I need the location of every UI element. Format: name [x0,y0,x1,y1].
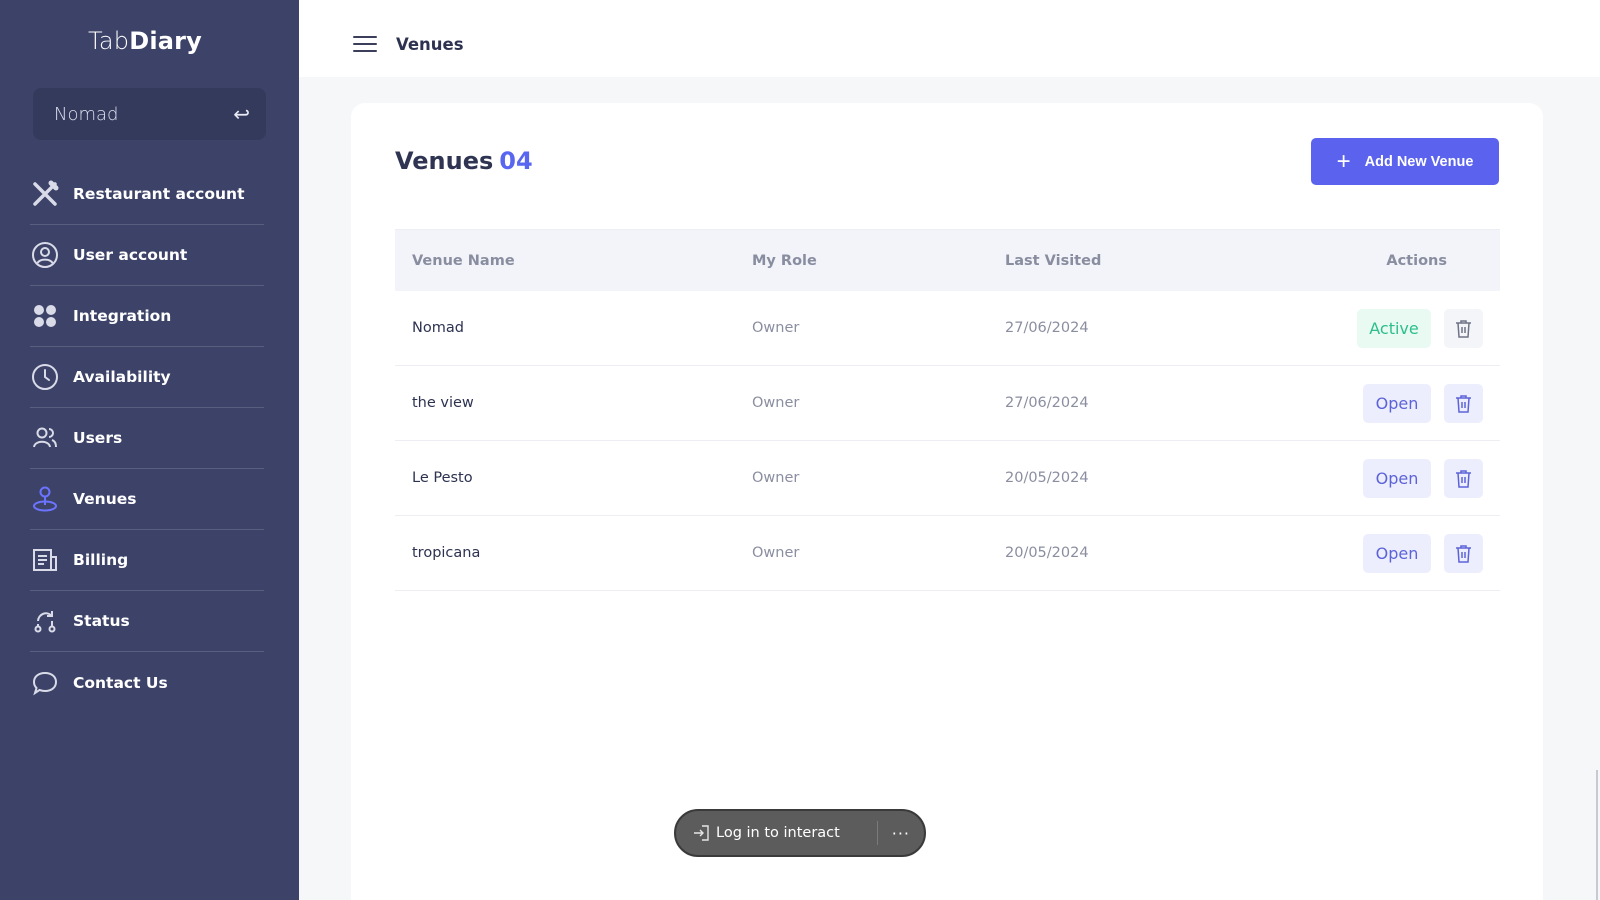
sidebar-item-label: Availability [73,368,171,386]
user-circle-icon [30,240,60,270]
venue-role: Owner [752,470,800,486]
trash-icon [1456,544,1471,563]
billing-icon [30,545,60,575]
sidebar-item-label: Venues [73,490,137,508]
row-actions: Open [1330,533,1500,573]
login-overlay-pill[interactable]: Log in to interact ··· [674,809,926,857]
sidebar-item-label: Billing [73,551,129,569]
sidebar-item-label: User account [73,246,188,264]
utensils-icon [30,179,60,209]
sidebar-item-contact-us[interactable]: Contact Us [30,652,264,713]
venue-last-visited: 27/06/2024 [1005,395,1089,411]
grid-dots-icon [30,301,60,331]
sidebar-item-label: Integration [73,307,172,325]
add-new-venue-label: Add New Venue [1364,153,1474,170]
users-icon [30,423,60,453]
table-row: Nomad Owner 27/06/2024 Active [395,291,1500,366]
venue-name: the view [412,395,474,411]
login-to-interact-label[interactable]: Log in to interact [716,825,840,841]
venue-name: tropicana [412,545,481,561]
venues-table: Venue Name My Role Last Visited Actions … [395,229,1500,591]
venue-name: Le Pesto [412,470,473,486]
table-row: the view Owner 27/06/2024 Open [395,366,1500,441]
sidebar-item-status[interactable]: Status [30,591,264,652]
sidebar-item-users[interactable]: Users [30,408,264,469]
sidebar-item-integration[interactable]: Integration [30,286,264,347]
hamburger-menu-icon[interactable] [353,36,377,54]
login-icon [694,825,709,841]
sidebar-item-billing[interactable]: Billing [30,530,264,591]
sidebar-nav: Restaurant account User account Integrat… [30,164,264,713]
open-button[interactable]: Open [1363,533,1431,573]
venue-selector[interactable]: Nomad ↩ [33,88,266,140]
active-badge: Active [1357,308,1431,348]
table-row: tropicana Owner 20/05/2024 Open [395,516,1500,591]
add-new-venue-button[interactable]: + Add New Venue [1311,138,1499,185]
column-header-my-role[interactable]: My Role [752,253,1005,269]
more-options-icon[interactable]: ··· [892,824,910,843]
trash-icon [1456,319,1471,338]
sidebar: TabDiary Nomad ↩ Restaurant account User… [0,0,299,900]
open-button[interactable]: Open [1363,458,1431,498]
sidebar-item-venues[interactable]: Venues [30,469,264,530]
row-actions: Active [1330,308,1500,348]
clock-icon [30,362,60,392]
sidebar-item-restaurant-account[interactable]: Restaurant account [30,164,264,225]
row-actions: Open [1330,383,1500,423]
scrollbar[interactable] [1596,770,1598,900]
column-header-actions: Actions [1386,252,1447,269]
sidebar-item-label: Users [73,429,123,447]
open-button[interactable]: Open [1363,383,1431,423]
status-icon [30,606,60,636]
row-actions: Open [1330,458,1500,498]
sidebar-item-label: Contact Us [73,673,168,692]
chat-icon [30,668,60,698]
sidebar-item-user-account[interactable]: User account [30,225,264,286]
venues-heading-label: Venues [395,147,494,175]
sidebar-item-label: Status [73,612,130,630]
pill-divider [876,821,878,845]
delete-button[interactable] [1444,308,1483,348]
venue-role: Owner [752,395,800,411]
delete-button[interactable] [1444,383,1483,423]
venue-last-visited: 20/05/2024 [1005,545,1089,561]
venue-role: Owner [752,320,800,336]
table-row: Le Pesto Owner 20/05/2024 Open [395,441,1500,516]
venue-role: Owner [752,545,800,561]
topbar: Venues [299,0,1600,77]
brand-logo[interactable]: TabDiary [0,27,290,55]
venues-card: Venues 04 + Add New Venue Venue Name My R… [351,103,1543,900]
table-header: Venue Name My Role Last Visited Actions [395,229,1500,291]
trash-icon [1456,469,1471,488]
delete-button[interactable] [1444,533,1483,573]
venue-pin-icon [30,484,60,514]
return-icon[interactable]: ↩ [233,102,250,126]
venue-selector-value: Nomad [54,103,119,125]
sidebar-item-availability[interactable]: Availability [30,347,264,408]
venue-last-visited: 20/05/2024 [1005,470,1089,486]
venues-heading: Venues 04 [395,147,533,175]
venues-count: 04 [499,147,533,175]
column-header-venue-name[interactable]: Venue Name [395,253,752,269]
venue-last-visited: 27/06/2024 [1005,320,1089,336]
trash-icon [1456,394,1471,413]
column-header-last-visited[interactable]: Last Visited [1005,253,1330,269]
page-title: Venues [396,35,464,54]
sidebar-item-label: Restaurant account [73,185,245,203]
delete-button[interactable] [1444,458,1483,498]
plus-icon: + [1336,147,1351,175]
venue-name: Nomad [412,320,464,336]
